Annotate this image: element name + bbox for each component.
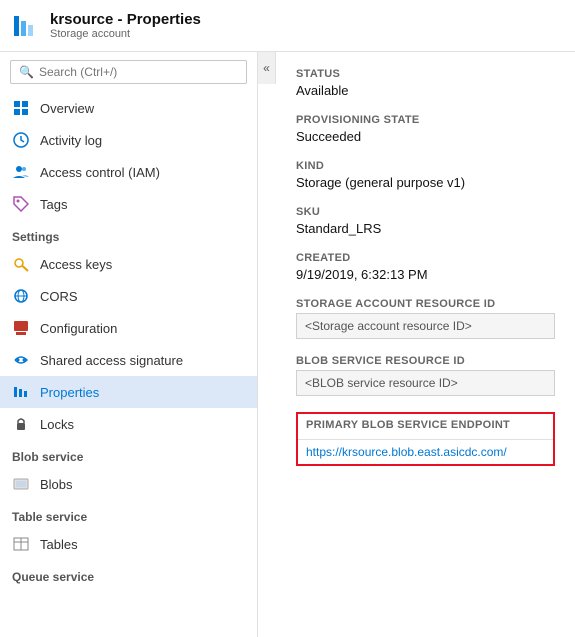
blobs-icon bbox=[12, 475, 30, 493]
configuration-icon bbox=[12, 319, 30, 337]
endpoint-value-row: https://krsource.blob.east.asicdc.com/ bbox=[298, 439, 553, 464]
kind-block: KIND Storage (general purpose v1) bbox=[296, 160, 555, 190]
overview-icon bbox=[12, 99, 30, 117]
provisioning-value: Succeeded bbox=[296, 129, 555, 144]
sidebar-item-configuration[interactable]: Configuration bbox=[0, 312, 257, 344]
sidebar-label-overview: Overview bbox=[40, 101, 94, 116]
endpoint-label-row: PRIMARY BLOB SERVICE ENDPOINT bbox=[298, 414, 553, 439]
endpoint-block: PRIMARY BLOB SERVICE ENDPOINT https://kr… bbox=[296, 412, 555, 466]
sku-value: Standard_LRS bbox=[296, 221, 555, 236]
locks-icon bbox=[12, 415, 30, 433]
page-title: krsource - Properties bbox=[50, 11, 201, 28]
properties-content: STATUS Available PROVISIONING STATE Succ… bbox=[276, 52, 575, 637]
blob-resource-id-block: BLOB SERVICE RESOURCE ID <BLOB service r… bbox=[296, 355, 555, 396]
tables-icon bbox=[12, 535, 30, 553]
sidebar-label-blobs: Blobs bbox=[40, 477, 73, 492]
page-header: krsource - Properties Storage account bbox=[0, 0, 575, 52]
sidebar-label-properties: Properties bbox=[40, 385, 99, 400]
properties-icon bbox=[12, 383, 30, 401]
sidebar-item-iam[interactable]: Access control (IAM) bbox=[0, 156, 257, 188]
provisioning-block: PROVISIONING STATE Succeeded bbox=[296, 114, 555, 144]
blob-resource-id-label: BLOB SERVICE RESOURCE ID bbox=[296, 355, 555, 367]
storage-resource-id-label: STORAGE ACCOUNT RESOURCE ID bbox=[296, 298, 555, 310]
search-icon: 🔍 bbox=[19, 65, 34, 79]
search-input[interactable] bbox=[39, 65, 238, 79]
created-block: CREATED 9/19/2019, 6:32:13 PM bbox=[296, 252, 555, 282]
storage-resource-id-value[interactable]: <Storage account resource ID> bbox=[296, 313, 555, 339]
sidebar-collapse-button[interactable]: « bbox=[258, 52, 276, 84]
sidebar-item-properties[interactable]: Properties bbox=[0, 376, 257, 408]
blob-service-section-label: Blob service bbox=[0, 440, 257, 468]
sidebar-label-access-keys: Access keys bbox=[40, 257, 112, 272]
sidebar: 🔍 Overview Activity log Access control (… bbox=[0, 52, 258, 637]
tags-icon bbox=[12, 195, 30, 213]
sidebar-item-blobs[interactable]: Blobs bbox=[0, 468, 257, 500]
settings-section-label: Settings bbox=[0, 220, 257, 248]
created-label: CREATED bbox=[296, 252, 555, 264]
page-subtitle: Storage account bbox=[50, 28, 201, 40]
provisioning-label: PROVISIONING STATE bbox=[296, 114, 555, 126]
shared-access-icon bbox=[12, 351, 30, 369]
sku-block: SKU Standard_LRS bbox=[296, 206, 555, 236]
kind-label: KIND bbox=[296, 160, 555, 172]
resource-icon bbox=[12, 12, 40, 40]
sidebar-label-shared-access: Shared access signature bbox=[40, 353, 183, 368]
storage-resource-id-block: STORAGE ACCOUNT RESOURCE ID <Storage acc… bbox=[296, 298, 555, 339]
blob-resource-id-value[interactable]: <BLOB service resource ID> bbox=[296, 370, 555, 396]
table-service-section-label: Table service bbox=[0, 500, 257, 528]
status-value: Available bbox=[296, 83, 555, 98]
access-keys-icon bbox=[12, 255, 30, 273]
sidebar-item-overview[interactable]: Overview bbox=[0, 92, 257, 124]
sidebar-item-shared-access[interactable]: Shared access signature bbox=[0, 344, 257, 376]
header-text: krsource - Properties Storage account bbox=[50, 11, 201, 40]
sidebar-label-tables: Tables bbox=[40, 537, 78, 552]
created-value: 9/19/2019, 6:32:13 PM bbox=[296, 267, 555, 282]
sidebar-item-tables[interactable]: Tables bbox=[0, 528, 257, 560]
queue-service-section-label: Queue service bbox=[0, 560, 257, 588]
status-label: STATUS bbox=[296, 68, 555, 80]
sidebar-label-activity-log: Activity log bbox=[40, 133, 102, 148]
status-block: STATUS Available bbox=[296, 68, 555, 98]
sidebar-item-cors[interactable]: CORS bbox=[0, 280, 257, 312]
cors-icon bbox=[12, 287, 30, 305]
sidebar-label-iam: Access control (IAM) bbox=[40, 165, 160, 180]
sidebar-label-locks: Locks bbox=[40, 417, 74, 432]
sidebar-item-tags[interactable]: Tags bbox=[0, 188, 257, 220]
sidebar-item-access-keys[interactable]: Access keys bbox=[0, 248, 257, 280]
endpoint-value[interactable]: https://krsource.blob.east.asicdc.com/ bbox=[306, 445, 545, 459]
sidebar-label-tags: Tags bbox=[40, 197, 67, 212]
iam-icon bbox=[12, 163, 30, 181]
activity-log-icon bbox=[12, 131, 30, 149]
search-box[interactable]: 🔍 bbox=[10, 60, 247, 84]
endpoint-label: PRIMARY BLOB SERVICE ENDPOINT bbox=[306, 419, 545, 431]
sku-label: SKU bbox=[296, 206, 555, 218]
kind-value: Storage (general purpose v1) bbox=[296, 175, 555, 190]
sidebar-label-configuration: Configuration bbox=[40, 321, 117, 336]
sidebar-label-cors: CORS bbox=[40, 289, 78, 304]
sidebar-item-activity-log[interactable]: Activity log bbox=[0, 124, 257, 156]
endpoint-section: PRIMARY BLOB SERVICE ENDPOINT https://kr… bbox=[296, 412, 555, 466]
sidebar-item-locks[interactable]: Locks bbox=[0, 408, 257, 440]
